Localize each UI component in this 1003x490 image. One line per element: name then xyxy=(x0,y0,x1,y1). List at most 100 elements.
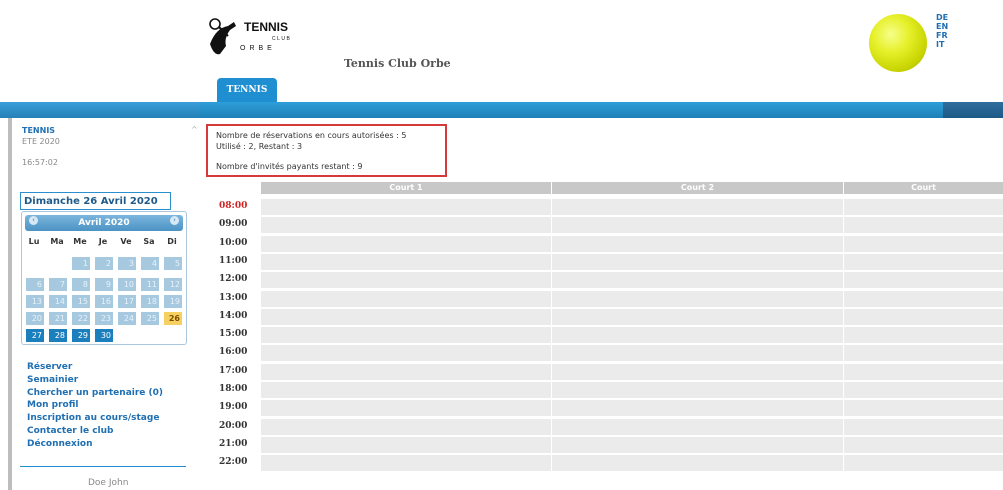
lang-fr-link[interactable]: FR xyxy=(936,31,948,40)
time-label: 22:00 xyxy=(219,457,248,468)
calendar-day: 17 xyxy=(118,295,136,308)
booking-slot[interactable] xyxy=(844,418,1003,435)
calendar-day: 8 xyxy=(72,278,90,291)
booking-slot[interactable] xyxy=(261,308,551,325)
time-label: 13:00 xyxy=(219,292,248,303)
club-logo: TENNIS CLUB ORBE xyxy=(209,18,291,55)
booking-slot[interactable] xyxy=(552,436,843,453)
lang-de-link[interactable]: DE xyxy=(936,13,948,22)
sidebar-nav: Réserver Semainier Chercher un partenair… xyxy=(27,361,163,451)
svg-text:TENNIS: TENNIS xyxy=(244,20,288,34)
court-header: Court 1 xyxy=(261,182,551,194)
time-label: 10:00 xyxy=(219,237,248,248)
calendar-next-icon[interactable]: › xyxy=(170,216,179,225)
reservation-info-box: Nombre de réservations en cours autorisé… xyxy=(206,124,447,177)
svg-text:CLUB: CLUB xyxy=(272,36,291,42)
nav-chercher-partenaire[interactable]: Chercher un partenaire (0) xyxy=(27,387,163,400)
booking-slot[interactable] xyxy=(552,327,843,344)
booking-slot[interactable] xyxy=(552,290,843,307)
calendar-day: 24 xyxy=(118,312,136,325)
booking-slot[interactable] xyxy=(552,235,843,252)
booking-slot[interactable] xyxy=(261,290,551,307)
time-label: 21:00 xyxy=(219,438,248,449)
booking-slot[interactable] xyxy=(844,436,1003,453)
booking-slot[interactable] xyxy=(261,382,551,398)
booking-slot[interactable] xyxy=(844,400,1003,417)
booking-slot[interactable] xyxy=(552,253,843,270)
booking-slot[interactable] xyxy=(261,345,551,362)
court-header: Court 2 xyxy=(552,182,843,194)
nav-reserver[interactable]: Réserver xyxy=(27,361,163,374)
calendar-day: 18 xyxy=(141,295,159,308)
svg-text:ORBE: ORBE xyxy=(240,45,276,52)
calendar-day: 12 xyxy=(164,278,182,291)
booking-slot[interactable] xyxy=(844,382,1003,398)
calendar-day[interactable]: 30 xyxy=(95,329,113,342)
nav-contacter[interactable]: Contacter le club xyxy=(27,425,163,438)
calendar-prev-icon[interactable]: ‹ xyxy=(29,216,38,225)
calendar-day[interactable]: 27 xyxy=(26,329,44,342)
booking-slot[interactable] xyxy=(844,235,1003,252)
booking-slot[interactable] xyxy=(844,345,1003,362)
booking-slot[interactable] xyxy=(552,418,843,435)
booking-slot[interactable] xyxy=(552,455,843,472)
info-guests: Nombre d'invités payants restant : 9 xyxy=(216,162,363,171)
calendar-day: 21 xyxy=(49,312,67,325)
calendar-day: 6 xyxy=(26,278,44,291)
club-name: Tennis Club Orbe xyxy=(344,57,451,70)
booking-slot[interactable] xyxy=(261,199,551,215)
calendar-day: 5 xyxy=(164,257,182,270)
booking-slot[interactable] xyxy=(261,363,551,380)
booking-slot[interactable] xyxy=(844,308,1003,325)
calendar-day: 1 xyxy=(72,257,90,270)
booking-slot[interactable] xyxy=(552,345,843,362)
time-label: 12:00 xyxy=(219,274,248,285)
booking-slot[interactable] xyxy=(844,290,1003,307)
time-label: 08:00 xyxy=(219,201,248,211)
calendar-day[interactable]: 26 xyxy=(164,312,182,325)
weekday-header: Me xyxy=(73,237,87,246)
booking-slot[interactable] xyxy=(261,418,551,435)
booking-slot[interactable] xyxy=(844,455,1003,472)
nav-inscription[interactable]: Inscription au cours/stage xyxy=(27,412,163,425)
booking-slot[interactable] xyxy=(261,272,551,289)
booking-slot[interactable] xyxy=(261,436,551,453)
weekday-header: Je xyxy=(98,237,108,246)
booking-slot[interactable] xyxy=(552,363,843,380)
lang-it-link[interactable]: IT xyxy=(936,40,948,49)
calendar-day[interactable]: 29 xyxy=(72,329,90,342)
calendar-day: 4 xyxy=(141,257,159,270)
calendar-day[interactable]: 28 xyxy=(49,329,67,342)
booking-slot[interactable] xyxy=(844,217,1003,234)
lang-en-link[interactable]: EN xyxy=(936,22,948,31)
booking-slot[interactable] xyxy=(552,217,843,234)
booking-slot[interactable] xyxy=(261,235,551,252)
time-label: 14:00 xyxy=(219,310,248,321)
booking-slot[interactable] xyxy=(844,327,1003,344)
booking-slot[interactable] xyxy=(552,272,843,289)
booking-slot[interactable] xyxy=(844,272,1003,289)
booking-slot[interactable] xyxy=(552,199,843,215)
booking-slot[interactable] xyxy=(552,382,843,398)
booking-slot[interactable] xyxy=(261,400,551,417)
nav-semainier[interactable]: Semainier xyxy=(27,374,163,387)
booking-slot[interactable] xyxy=(552,400,843,417)
selected-date-field[interactable]: Dimanche 26 Avril 2020 xyxy=(20,192,171,210)
booking-slot[interactable] xyxy=(552,308,843,325)
booking-slot[interactable] xyxy=(844,199,1003,215)
scroll-up-icon[interactable]: ^ xyxy=(191,125,198,134)
booking-slot[interactable] xyxy=(261,455,551,472)
header-bar xyxy=(0,102,1003,118)
booking-slot[interactable] xyxy=(261,217,551,234)
nav-mon-profil[interactable]: Mon profil xyxy=(27,399,163,412)
calendar-day: 20 xyxy=(26,312,44,325)
tab-tennis[interactable]: TENNIS xyxy=(217,78,277,102)
calendar-day: 25 xyxy=(141,312,159,325)
sidebar-clock: 16:57:02 xyxy=(22,158,58,167)
booking-slot[interactable] xyxy=(844,363,1003,380)
booking-slot[interactable] xyxy=(261,327,551,344)
booking-slot[interactable] xyxy=(844,253,1003,270)
calendar-header: Avril 2020 xyxy=(25,215,183,231)
nav-deconnexion[interactable]: Déconnexion xyxy=(27,438,163,451)
booking-slot[interactable] xyxy=(261,253,551,270)
